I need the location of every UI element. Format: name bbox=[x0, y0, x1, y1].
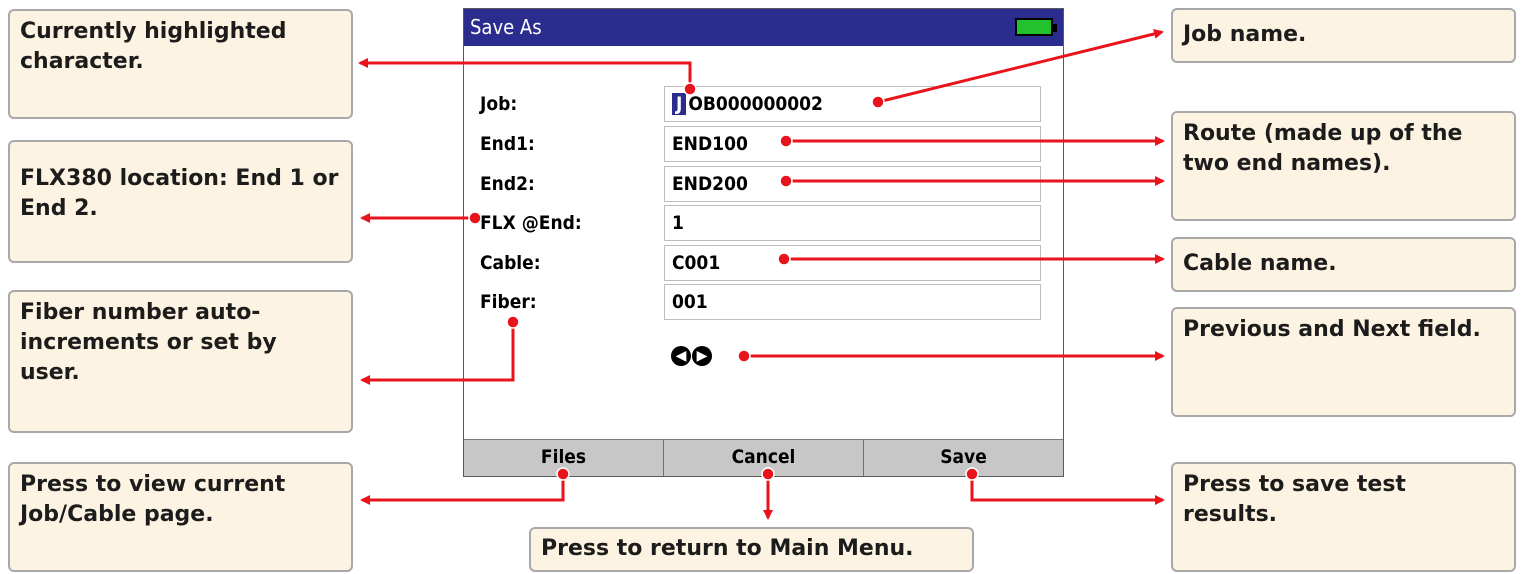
dot-highlighted-char bbox=[683, 82, 697, 96]
dot-return-main bbox=[761, 467, 775, 481]
arrow-highlighted-char bbox=[358, 58, 692, 89]
annotation-arrows bbox=[358, 29, 1165, 520]
dot-fiber-number bbox=[506, 315, 520, 329]
dot-prev-next bbox=[737, 349, 751, 363]
dot-view-job bbox=[556, 467, 570, 481]
arrow-save-results bbox=[970, 474, 1165, 505]
dot-route-end1 bbox=[779, 134, 793, 148]
dot-save-results bbox=[965, 467, 979, 481]
dot-job-name bbox=[871, 95, 885, 109]
dot-flx-location bbox=[468, 211, 482, 225]
arrow-fiber-number bbox=[360, 322, 515, 385]
dot-cable-name bbox=[777, 252, 791, 266]
arrow-view-job bbox=[360, 474, 565, 505]
arrow-job-name bbox=[877, 29, 1164, 104]
dot-route-end2 bbox=[779, 174, 793, 188]
